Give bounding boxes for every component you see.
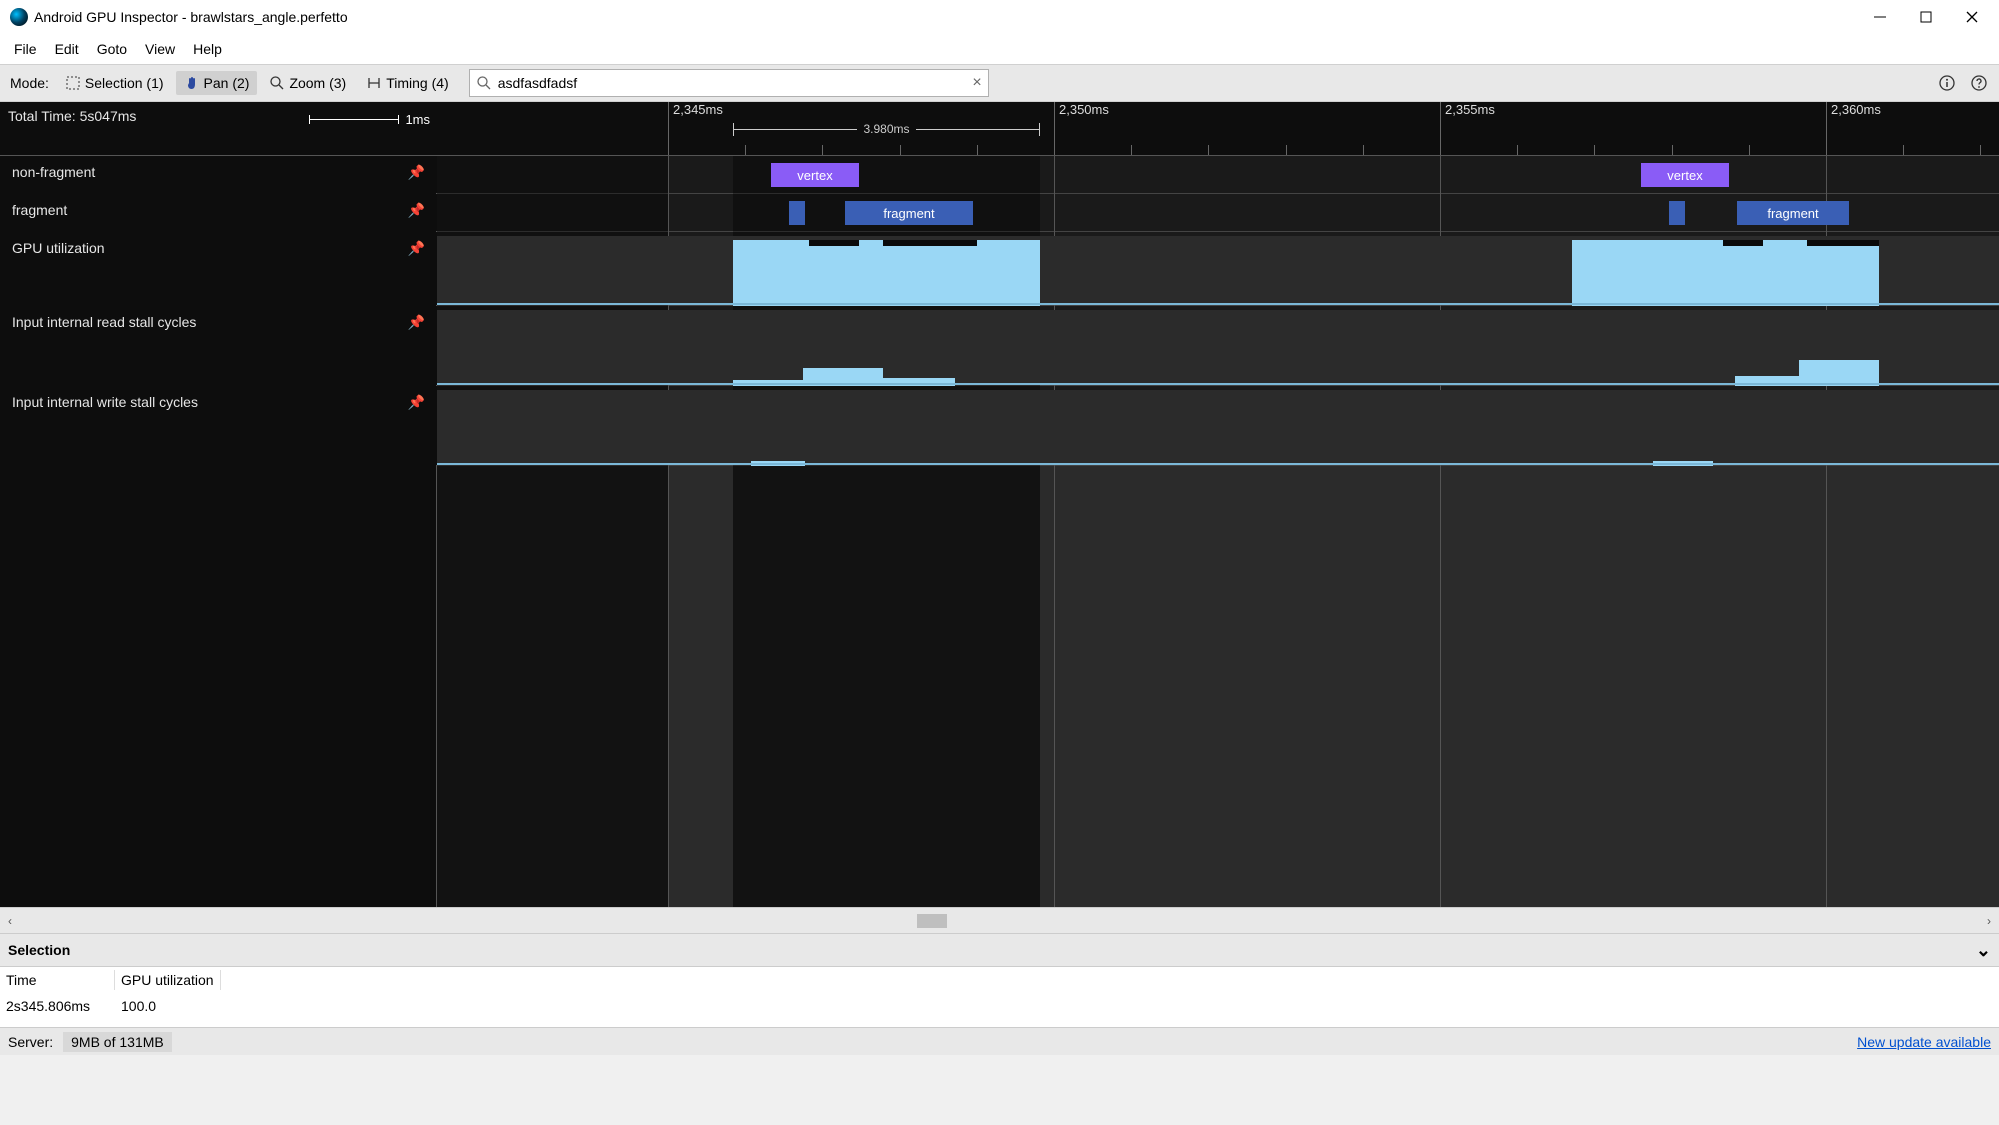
scroll-track[interactable] [20,912,1979,930]
search-input[interactable] [498,75,967,91]
ruler[interactable]: Total Time: 5s047ms 1ms 2,345ms 2,350ms 2,… [0,102,1999,156]
track-non-fragment[interactable]: non-fragment📌 vertex vertex [0,156,1999,194]
selection-title: Selection [8,942,70,958]
timeline-block[interactable] [1572,240,1879,306]
table-row[interactable]: 2s345.806ms 100.0 [0,993,1999,1019]
horizontal-scrollbar[interactable]: ‹ › [0,907,1999,933]
track-label[interactable]: non-fragment📌 [0,156,437,193]
app-icon [10,8,28,26]
mode-timing[interactable]: Timing (4) [358,71,457,95]
pin-icon[interactable]: 📌 [408,202,425,219]
hand-icon [184,75,200,91]
scroll-right-button[interactable]: › [1979,914,1999,928]
mode-label: Mode: [6,75,53,91]
mode-timing-label: Timing (4) [386,75,449,91]
help-button[interactable] [1965,69,1993,97]
mode-selection-label: Selection (1) [85,75,164,91]
track-gpu-util[interactable]: GPU utilization📌 [0,232,1999,306]
timeline-block[interactable]: vertex [1641,163,1729,187]
info-icon [1939,75,1955,91]
track-label[interactable]: Input internal read stall cycles📌 [0,306,437,385]
timeline-block[interactable] [789,201,805,225]
timeline-block[interactable]: vertex [771,163,859,187]
titlebar: Android GPU Inspector - brawlstars_angle… [0,0,1999,34]
menu-goto[interactable]: Goto [89,37,135,61]
mode-zoom[interactable]: Zoom (3) [261,71,354,95]
memory-usage: 9MB of 131MB [63,1032,172,1052]
ruler-major-tick: 2,345ms [668,102,723,155]
track-write-stall[interactable]: Input internal write stall cycles📌 [0,386,1999,466]
ruler-major-tick: 2,350ms [1054,102,1109,155]
timeline-block[interactable]: fragment [1737,201,1849,225]
clear-search-button[interactable]: × [972,74,981,92]
minimize-icon [1872,9,1888,25]
close-button[interactable] [1949,2,1995,32]
statusbar: Server: 9MB of 131MB New update availabl… [0,1027,1999,1055]
scale-bar: 1ms [300,112,430,127]
timeline[interactable]: Total Time: 5s047ms 1ms 2,345ms 2,350ms 2,… [0,102,1999,907]
col-gpu-util[interactable]: GPU utilization [115,970,221,990]
mode-selection[interactable]: Selection (1) [57,71,172,95]
menu-edit[interactable]: Edit [47,37,87,61]
table-row[interactable]: 2s348.785ms 100.0 [0,1019,1999,1027]
pin-icon[interactable]: 📌 [408,240,425,257]
mode-zoom-label: Zoom (3) [289,75,346,91]
maximize-icon [1918,9,1934,25]
col-time[interactable]: Time [0,970,115,990]
close-icon [1964,9,1980,25]
search-icon [476,75,492,91]
range-indicator: 3.980ms [733,122,1040,136]
server-label: Server: [8,1034,53,1050]
track-label[interactable]: Input internal write stall cycles📌 [0,386,437,465]
tracks[interactable]: non-fragment📌vertexvertexfragment📌fragme… [0,156,1999,907]
help-icon [1971,75,1987,91]
maximize-button[interactable] [1903,2,1949,32]
pin-icon[interactable]: 📌 [408,394,425,411]
scroll-left-button[interactable]: ‹ [0,914,20,928]
scroll-thumb[interactable] [917,914,946,928]
pin-icon[interactable]: 📌 [408,164,425,181]
track-fragment[interactable]: fragment📌 fragment fragment [0,194,1999,232]
total-time: Total Time: 5s047ms [8,108,136,124]
menu-file[interactable]: File [6,37,45,61]
menubar: File Edit Goto View Help [0,34,1999,64]
window-title: Android GPU Inspector - brawlstars_angle… [34,9,348,25]
ruler-major-tick: 2,360ms [1826,102,1881,155]
ruler-major-tick: 2,355ms [1440,102,1495,155]
timeline-block[interactable]: fragment [845,201,973,225]
menu-help[interactable]: Help [185,37,230,61]
track-label[interactable]: GPU utilization📌 [0,232,437,305]
selection-header[interactable]: Selection ⌄ [0,933,1999,967]
minimize-button[interactable] [1857,2,1903,32]
selection-table: Time GPU utilization 2s345.806ms 100.0 2… [0,967,1999,1027]
scale-label: 1ms [405,112,430,127]
track-label[interactable]: fragment📌 [0,194,437,231]
toolbar: Mode: Selection (1) Pan (2) Zoom (3) Tim… [0,64,1999,102]
timeline-block[interactable] [733,240,1040,306]
zoom-icon [269,75,285,91]
update-link[interactable]: New update available [1857,1034,1991,1050]
timing-icon [366,75,382,91]
table-header: Time GPU utilization [0,967,1999,993]
mode-pan-label: Pan (2) [204,75,250,91]
track-read-stall[interactable]: Input internal read stall cycles📌 [0,306,1999,386]
search-box[interactable]: × [469,69,989,97]
mode-pan[interactable]: Pan (2) [176,71,258,95]
info-button[interactable] [1933,69,1961,97]
timeline-block[interactable] [1669,201,1685,225]
chevron-down-icon[interactable]: ⌄ [1976,940,1991,961]
menu-view[interactable]: View [137,37,183,61]
pin-icon[interactable]: 📌 [408,314,425,331]
selection-icon [65,75,81,91]
